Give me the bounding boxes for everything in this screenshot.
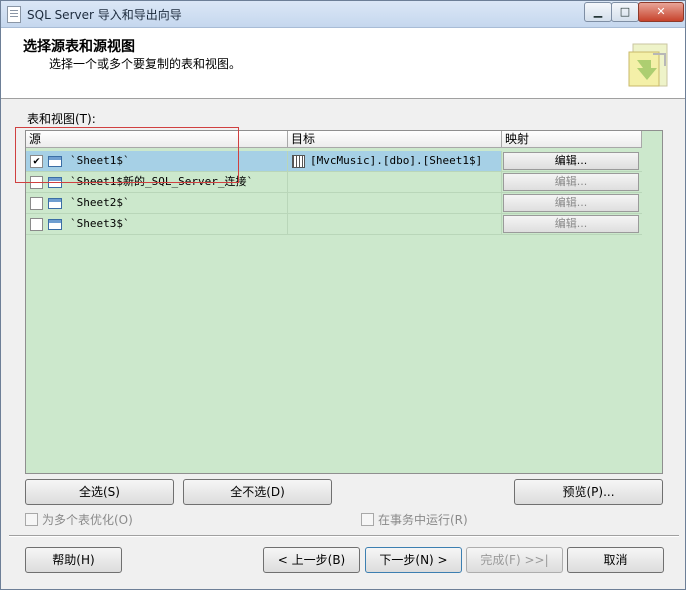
title-bar[interactable]: SQL Server 导入和导出向导 ▁ □ ✕ bbox=[1, 1, 685, 28]
destination-cell[interactable]: [MvcMusic].[dbo].[Sheet1$] bbox=[288, 151, 502, 172]
destination-cell[interactable] bbox=[288, 172, 502, 193]
page-subtitle: 选择一个或多个要复制的表和视图。 bbox=[49, 57, 242, 71]
destination-cell[interactable] bbox=[288, 193, 502, 214]
wizard-logo-icon bbox=[628, 43, 668, 87]
page-title: 选择源表和源视图 bbox=[23, 39, 135, 55]
finish-button[interactable]: 完成(F) >>| bbox=[466, 547, 563, 573]
transaction-label: 在事务中运行(R) bbox=[378, 513, 468, 527]
mapping-cell: 编辑... bbox=[502, 172, 642, 193]
maximize-button[interactable]: □ bbox=[611, 2, 639, 22]
db-table-icon bbox=[292, 155, 305, 168]
table-icon bbox=[48, 219, 62, 230]
minimize-button[interactable]: ▁ bbox=[584, 2, 612, 22]
mapping-cell: 编辑... bbox=[502, 151, 642, 172]
optimize-checkbox[interactable]: 为多个表优化(O) bbox=[25, 511, 133, 528]
source-cell: `Sheet3$` bbox=[26, 214, 288, 235]
select-all-button[interactable]: 全选(S) bbox=[25, 479, 174, 505]
window-title: SQL Server 导入和导出向导 bbox=[27, 8, 182, 22]
row-checkbox[interactable] bbox=[30, 218, 43, 231]
deselect-all-button[interactable]: 全不选(D) bbox=[183, 479, 332, 505]
cancel-button[interactable]: 取消 bbox=[567, 547, 664, 573]
destination-cell[interactable] bbox=[288, 214, 502, 235]
row-checkbox[interactable] bbox=[30, 197, 43, 210]
checkbox-box bbox=[25, 513, 38, 526]
table-row[interactable]: `Sheet2$` 编辑... bbox=[26, 193, 642, 214]
close-button[interactable]: ✕ bbox=[638, 2, 684, 22]
help-button[interactable]: 帮助(H) bbox=[25, 547, 122, 573]
optimize-label: 为多个表优化(O) bbox=[42, 513, 133, 527]
highlight-box bbox=[15, 127, 239, 183]
source-name: `Sheet2$` bbox=[70, 196, 130, 209]
wizard-header: 选择源表和源视图 选择一个或多个要复制的表和视图。 bbox=[1, 28, 685, 99]
edit-mappings-button[interactable]: 编辑... bbox=[503, 215, 639, 233]
mapping-cell: 编辑... bbox=[502, 193, 642, 214]
column-header-mapping[interactable]: 映射 bbox=[502, 131, 642, 148]
mapping-cell: 编辑... bbox=[502, 214, 642, 235]
transaction-checkbox[interactable]: 在事务中运行(R) bbox=[361, 511, 468, 528]
edit-mappings-button[interactable]: 编辑... bbox=[503, 194, 639, 212]
next-button[interactable]: 下一步(N) > bbox=[365, 547, 462, 573]
edit-mappings-button[interactable]: 编辑... bbox=[503, 152, 639, 170]
column-header-destination[interactable]: 目标 bbox=[288, 131, 502, 148]
preview-button[interactable]: 预览(P)... bbox=[514, 479, 663, 505]
table-icon bbox=[48, 198, 62, 209]
tables-label: 表和视图(T): bbox=[27, 112, 96, 126]
back-button[interactable]: < 上一步(B) bbox=[263, 547, 360, 573]
document-icon bbox=[7, 6, 21, 23]
wizard-window: SQL Server 导入和导出向导 ▁ □ ✕ 选择源表和源视图 选择一个或多… bbox=[0, 0, 686, 590]
edit-mappings-button[interactable]: 编辑... bbox=[503, 173, 639, 191]
source-name: `Sheet3$` bbox=[70, 217, 130, 230]
checkbox-box bbox=[361, 513, 374, 526]
source-cell: `Sheet2$` bbox=[26, 193, 288, 214]
footer-divider bbox=[9, 535, 679, 537]
table-row[interactable]: `Sheet3$` 编辑... bbox=[26, 214, 642, 235]
destination-name: [MvcMusic].[dbo].[Sheet1$] bbox=[310, 154, 483, 167]
